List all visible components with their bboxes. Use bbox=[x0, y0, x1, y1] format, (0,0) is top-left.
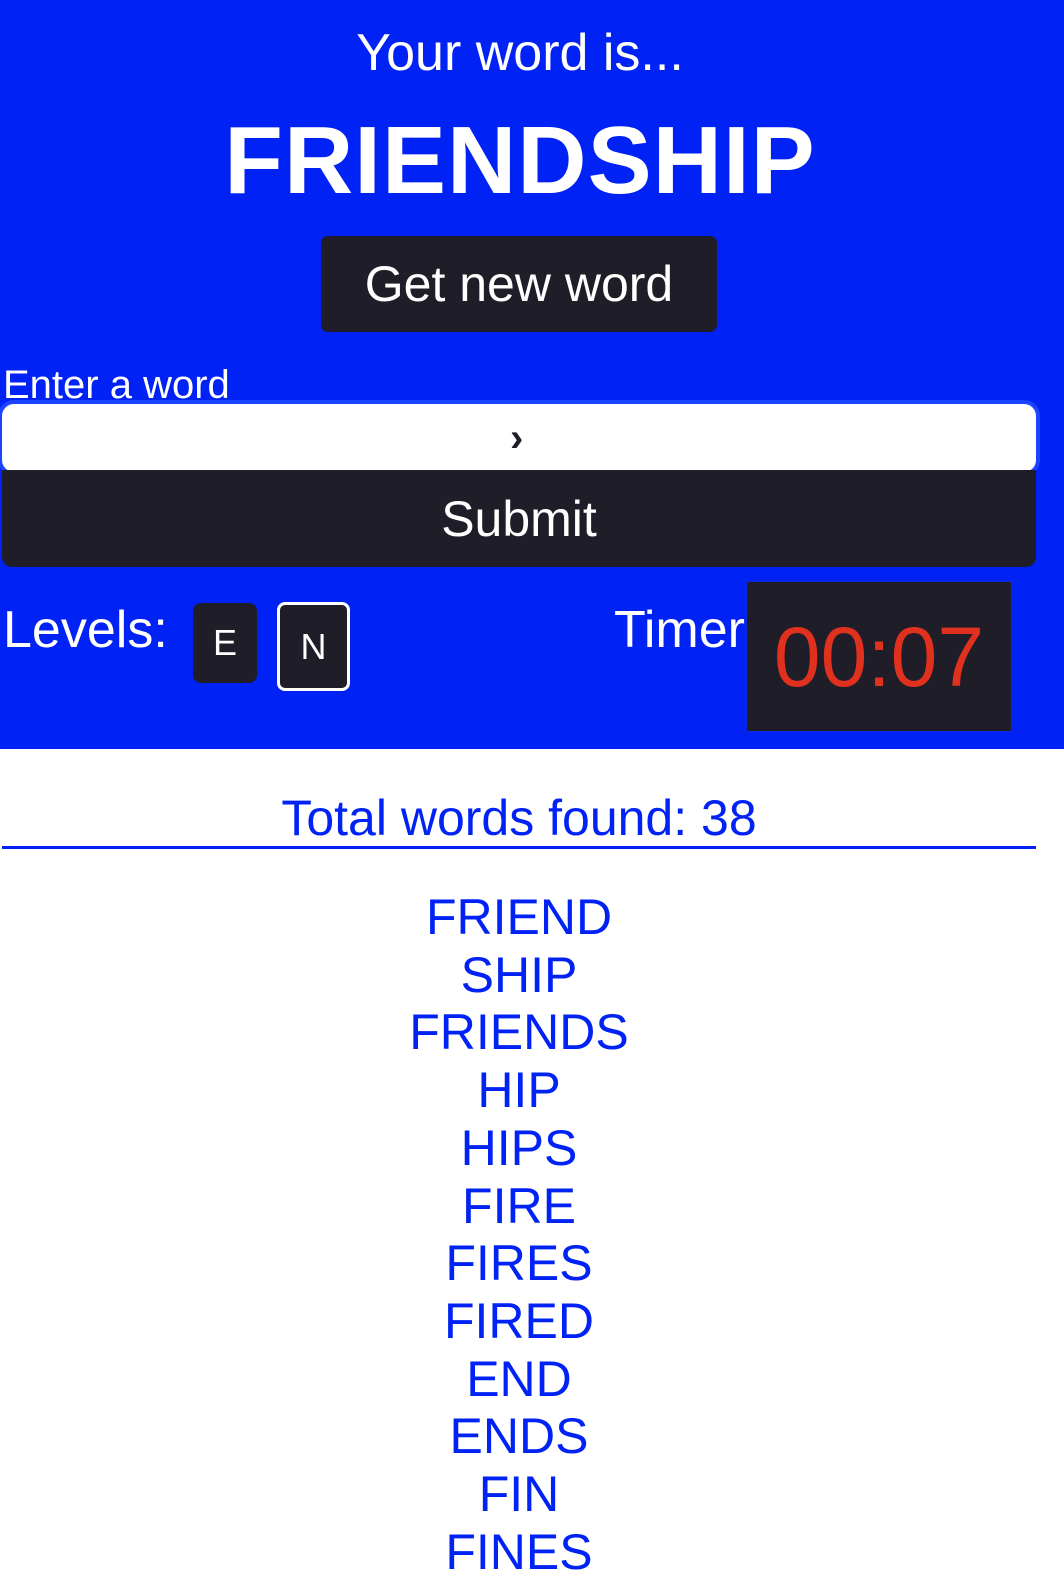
divider bbox=[2, 846, 1036, 849]
found-word-item: FRIEND bbox=[425, 889, 613, 945]
word-form: › Submit bbox=[2, 404, 1036, 569]
found-word-item: FIN bbox=[478, 1466, 560, 1523]
found-word-item: FIRES bbox=[445, 1235, 593, 1292]
level-button-normal[interactable]: N bbox=[277, 602, 350, 691]
game-panel: Your word is... FRIENDSHIP Get new word … bbox=[0, 0, 1064, 749]
levels-label: Levels: bbox=[3, 601, 168, 659]
found-word-item: SHIP bbox=[460, 946, 578, 1003]
enter-word-label: Enter a word bbox=[3, 363, 230, 407]
found-word-item: FINES bbox=[445, 1523, 593, 1580]
found-word-item: HIP bbox=[477, 1062, 561, 1119]
found-word-item: END bbox=[466, 1350, 572, 1407]
get-new-word-button[interactable]: Get new word bbox=[321, 236, 717, 332]
current-word: FRIENDSHIP bbox=[224, 107, 816, 214]
found-word-item: ENDS bbox=[449, 1408, 589, 1465]
level-button-easy[interactable]: E bbox=[193, 603, 257, 683]
found-word-item: HIPS bbox=[460, 1119, 578, 1176]
timer-display: 00:07 bbox=[746, 581, 1012, 732]
timer-label: Timer bbox=[614, 601, 745, 659]
word-input[interactable] bbox=[2, 404, 1036, 472]
word-input-wrapper: › bbox=[2, 404, 1036, 472]
found-word-item: FIRE bbox=[462, 1177, 576, 1234]
found-words-list: FRIEND SHIP FRIENDS HIP HIPS FIRE FIRES … bbox=[2, 889, 1036, 1581]
total-words-found: Total words found: 38 bbox=[281, 790, 757, 846]
submit-button[interactable]: Submit bbox=[2, 470, 1036, 567]
found-word-item: FIRED bbox=[444, 1292, 594, 1349]
word-intro: Your word is... bbox=[356, 24, 684, 82]
found-word-item: FRIENDS bbox=[409, 1004, 629, 1061]
